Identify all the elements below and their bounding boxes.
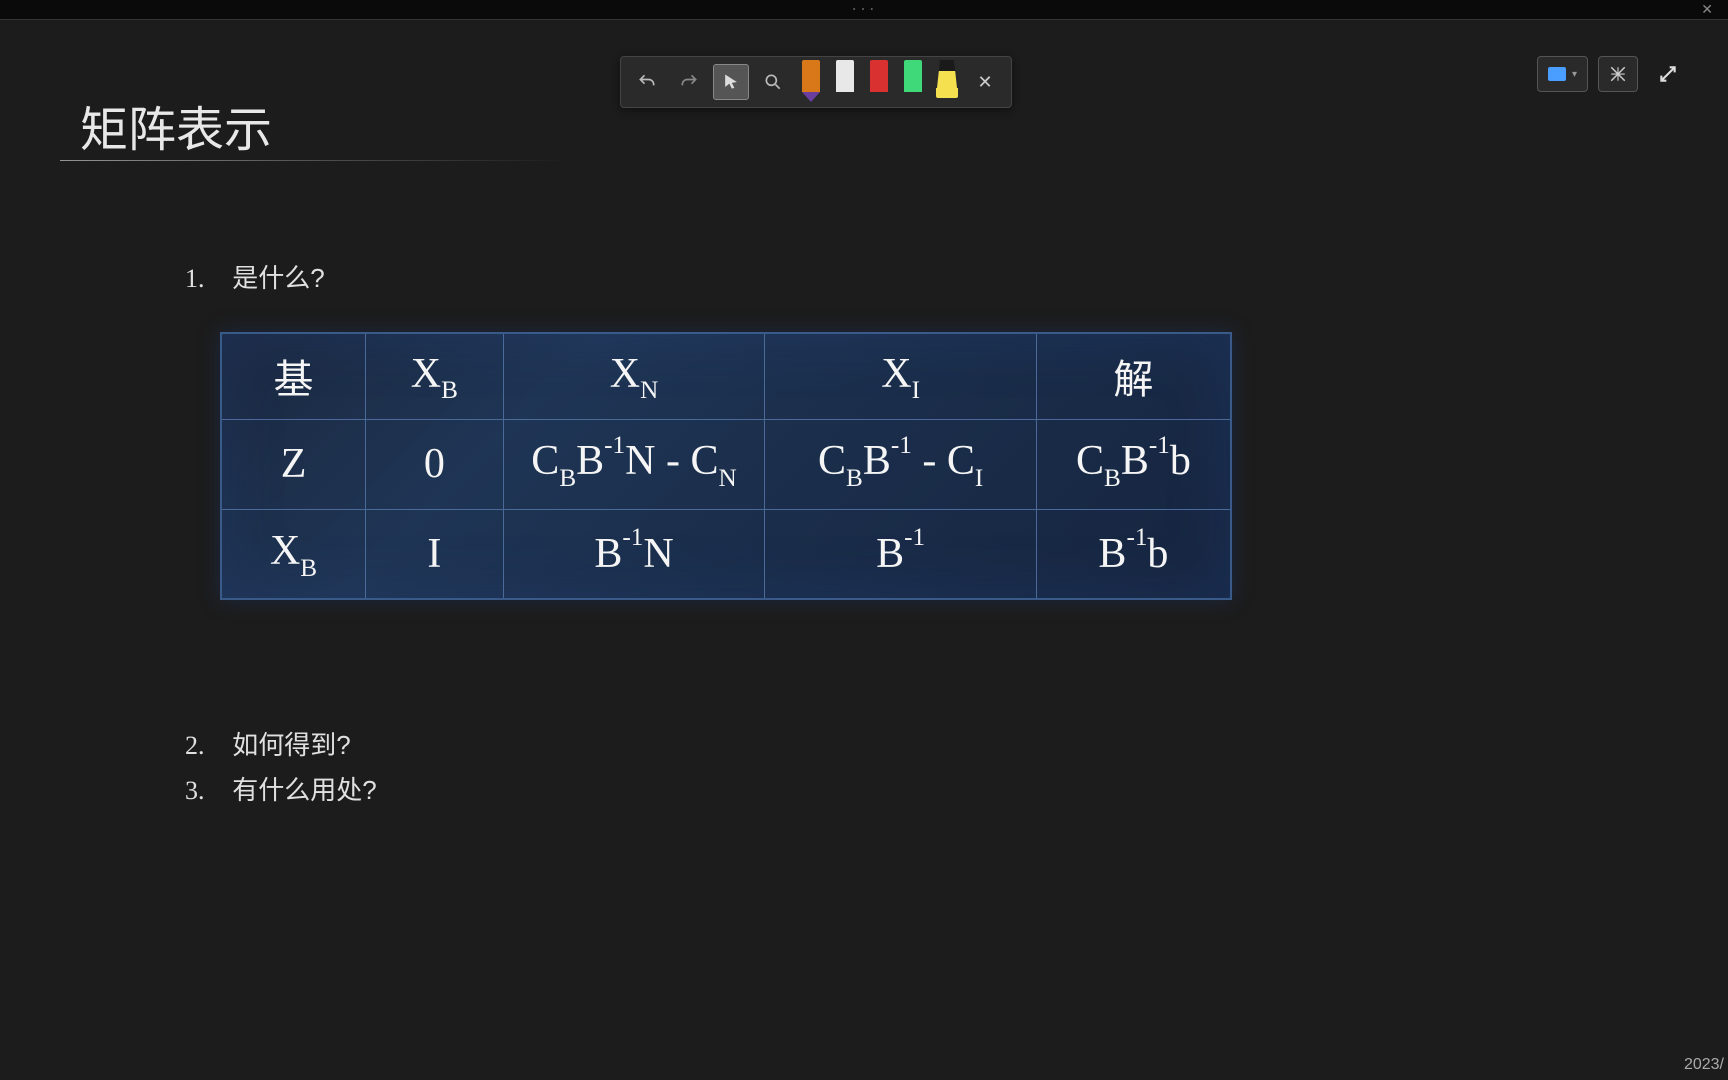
- z-c1: 0: [366, 419, 504, 509]
- table-row-xb: XB I B-1N B-1 B-1b: [221, 509, 1231, 599]
- subtitle-icon: [1548, 67, 1566, 81]
- bullet-item-2: 2. 如何得到?: [185, 725, 351, 762]
- header-xi: XI: [765, 333, 1037, 419]
- chevron-down-icon: ▾: [1572, 69, 1577, 80]
- header-sol: 解: [1036, 333, 1231, 419]
- xb-label: XB: [221, 509, 366, 599]
- cursor-tool[interactable]: [713, 64, 749, 100]
- xb-c3: B-1: [765, 509, 1037, 599]
- close-icon[interactable]: ✕: [1701, 2, 1713, 19]
- bullet-item-3: 3. 有什么用处?: [185, 770, 377, 807]
- xb-c2: B-1N: [503, 509, 765, 599]
- annotation-toolbar: ✕: [620, 56, 1012, 108]
- xb-c4: B-1b: [1036, 509, 1231, 599]
- header-basis: 基: [221, 333, 366, 419]
- close-toolbar-button[interactable]: ✕: [967, 64, 1003, 100]
- pen-green[interactable]: [899, 60, 927, 104]
- xb-c1: I: [366, 509, 504, 599]
- z-c4: CBB-1b: [1036, 419, 1231, 509]
- titlebar-handle[interactable]: • • •: [853, 5, 875, 14]
- subtitle-toggle[interactable]: ▾: [1537, 56, 1588, 92]
- pen-orange[interactable]: [797, 60, 825, 104]
- table-row-z: Z 0 CBB-1N - CN CBB-1 - CI CBB-1b: [221, 419, 1231, 509]
- z-c2: CBB-1N - CN: [503, 419, 765, 509]
- slide-title: 矩阵表示: [80, 90, 272, 160]
- z-c3: CBB-1 - CI: [765, 419, 1037, 509]
- redo-button[interactable]: [671, 64, 707, 100]
- bullet-item-1: 1. 是什么?: [185, 258, 325, 295]
- fullscreen-button[interactable]: [1648, 56, 1688, 92]
- pen-red[interactable]: [865, 60, 893, 104]
- undo-button[interactable]: [629, 64, 665, 100]
- z-label: Z: [221, 419, 366, 509]
- pen-white[interactable]: [831, 60, 859, 104]
- magnify-tool[interactable]: [755, 64, 791, 100]
- slide-area: ✕ ▾ 矩阵表示 1. 是什么? 基 XB XN XI 解 Z 0: [0, 20, 1728, 1080]
- date-stamp: 2023/: [1684, 1056, 1724, 1074]
- header-xb: XB: [366, 333, 504, 419]
- matrix-table: 基 XB XN XI 解 Z 0 CBB-1N - CN CBB-1 - CI …: [220, 332, 1232, 600]
- title-underline: [60, 160, 570, 161]
- table-header-row: 基 XB XN XI 解: [221, 333, 1231, 419]
- highlighter-yellow[interactable]: [933, 60, 961, 104]
- window-titlebar: • • • ✕: [0, 0, 1728, 20]
- header-xn: XN: [503, 333, 765, 419]
- eraser-button[interactable]: [1598, 56, 1638, 92]
- presenter-controls: ▾: [1537, 56, 1688, 92]
